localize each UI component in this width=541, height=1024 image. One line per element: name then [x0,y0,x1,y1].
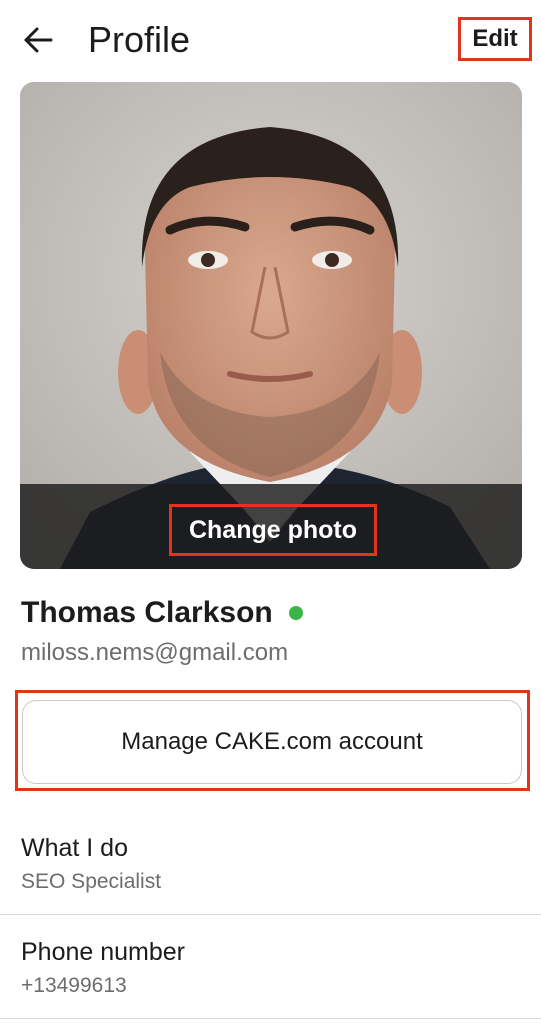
app-header: Profile Edit [0,0,541,82]
info-value: SEO Specialist [21,870,162,893]
info-label: What I do [21,834,128,862]
info-label: Phone number [21,938,186,966]
info-row-what-i-do[interactable]: What I do SEO Specialist [0,820,541,914]
change-photo-button[interactable]: Change photo [169,504,377,556]
user-name: Thomas Clarkson [21,596,273,629]
divider [0,1018,541,1019]
profile-screen: Profile Edit Change photo Thomas Clarkso… [0,0,541,1024]
back-button[interactable] [18,22,58,58]
edit-button[interactable]: Edit [458,17,532,61]
info-row-phone-number[interactable]: Phone number +13499613 [0,924,541,1018]
info-value: +13499613 [21,974,127,997]
page-title: Profile [88,19,191,60]
divider [0,914,541,915]
manage-account-button[interactable]: Manage CAKE.com account [22,700,522,784]
profile-photo: Change photo [20,82,522,569]
online-status-icon [288,606,303,620]
user-name-row: Thomas Clarkson [21,594,303,632]
arrow-left-icon [24,27,53,53]
user-email: miloss.nems@gmail.com [21,639,289,666]
